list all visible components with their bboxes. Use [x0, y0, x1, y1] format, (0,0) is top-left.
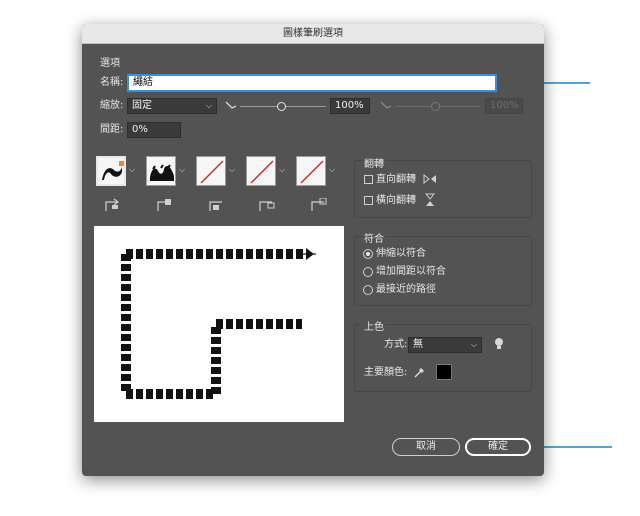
cancel-button[interactable]: 取消 [392, 438, 460, 456]
flip-across-label: 橫向翻轉 [376, 195, 416, 206]
method-value: 無 [413, 339, 423, 350]
key-color-swatch[interactable] [436, 364, 452, 380]
none-tile-icon [250, 160, 274, 184]
end-tile-type-icon [311, 198, 327, 211]
scale-label: 縮放: [100, 100, 124, 111]
end-tile-chevron-icon[interactable]: ⌵ [329, 165, 335, 175]
scale-mode-select[interactable]: 固定 ⌵ [127, 98, 217, 114]
fit-title: 符合 [362, 230, 386, 245]
ok-button[interactable]: 確定 [465, 438, 531, 456]
outer-corner-type-icon [157, 199, 171, 211]
chevron-down-icon: ⌵ [205, 101, 212, 110]
scale-value-field[interactable]: 100% [330, 98, 370, 114]
pen-pressure-icon-secondary [380, 101, 392, 109]
side-tile[interactable] [96, 156, 126, 186]
colorization-group [354, 324, 532, 392]
rope-side-tile-icon [102, 161, 124, 180]
spacing-label: 間距: [100, 124, 124, 135]
inner-corner-tile[interactable] [196, 156, 226, 186]
inner-corner-tile-chevron-icon[interactable]: ⌵ [229, 165, 235, 175]
side-tile-chevron-icon[interactable]: ⌵ [129, 165, 135, 175]
method-label: 方式: [384, 339, 408, 350]
outer-corner-tile[interactable] [146, 156, 176, 186]
name-label: 名稱: [100, 77, 124, 88]
fit-approximate-path-radio[interactable] [363, 285, 373, 295]
flip-across-icon [424, 193, 436, 206]
rope-preview-icon [121, 248, 316, 399]
colorization-title: 上色 [362, 318, 386, 333]
pen-pressure-icon [225, 101, 237, 109]
stroke-preview [94, 226, 344, 422]
key-color-label: 主要顏色: [364, 367, 408, 378]
none-tile-icon [200, 160, 224, 184]
tips-lightbulb-icon[interactable] [494, 337, 504, 351]
start-tile-type-icon [259, 201, 275, 211]
dialog-title: 圖樣筆刷選項 [82, 24, 544, 44]
flip-along-icon [423, 173, 436, 185]
side-tile-type-icon [105, 198, 119, 211]
chevron-down-icon: ⌵ [470, 340, 477, 349]
flip-along-label: 直向翻轉 [376, 174, 416, 185]
rope-corner-tile-icon [150, 164, 174, 181]
name-field[interactable]: 繩結 [127, 74, 497, 92]
flip-across-checkbox[interactable] [364, 196, 373, 205]
method-select[interactable]: 無 ⌵ [408, 337, 482, 353]
eyedropper-icon[interactable] [412, 365, 426, 379]
flip-title: 翻轉 [362, 155, 386, 170]
spacing-field[interactable]: 0% [127, 122, 181, 138]
fit-add-space-label: 增加間距以符合 [376, 266, 446, 277]
pattern-brush-options-dialog: 圖樣筆刷選項 選項 名稱: 繩結 縮放: 固定 ⌵ 100% 100% 間距: … [82, 24, 544, 476]
end-tile[interactable] [296, 156, 326, 186]
fit-stretch-label: 伸縮以符合 [376, 248, 426, 259]
none-tile-icon [300, 160, 324, 184]
scale-mode-value: 固定 [132, 100, 152, 111]
fit-stretch-radio[interactable] [363, 249, 373, 259]
scale-slider-knob[interactable] [277, 102, 286, 111]
flip-along-checkbox[interactable] [364, 175, 373, 184]
fit-add-space-radio[interactable] [363, 267, 373, 277]
start-tile[interactable] [246, 156, 276, 186]
fit-approximate-path-label: 最接近的路徑 [376, 284, 436, 295]
scale-value-disabled: 100% [485, 98, 523, 114]
outer-corner-tile-chevron-icon[interactable]: ⌵ [179, 165, 185, 175]
inner-corner-type-icon [209, 201, 222, 211]
scale-slider-knob-disabled [431, 102, 440, 111]
start-tile-chevron-icon[interactable]: ⌵ [279, 165, 285, 175]
options-section-label: 選項 [100, 58, 120, 69]
